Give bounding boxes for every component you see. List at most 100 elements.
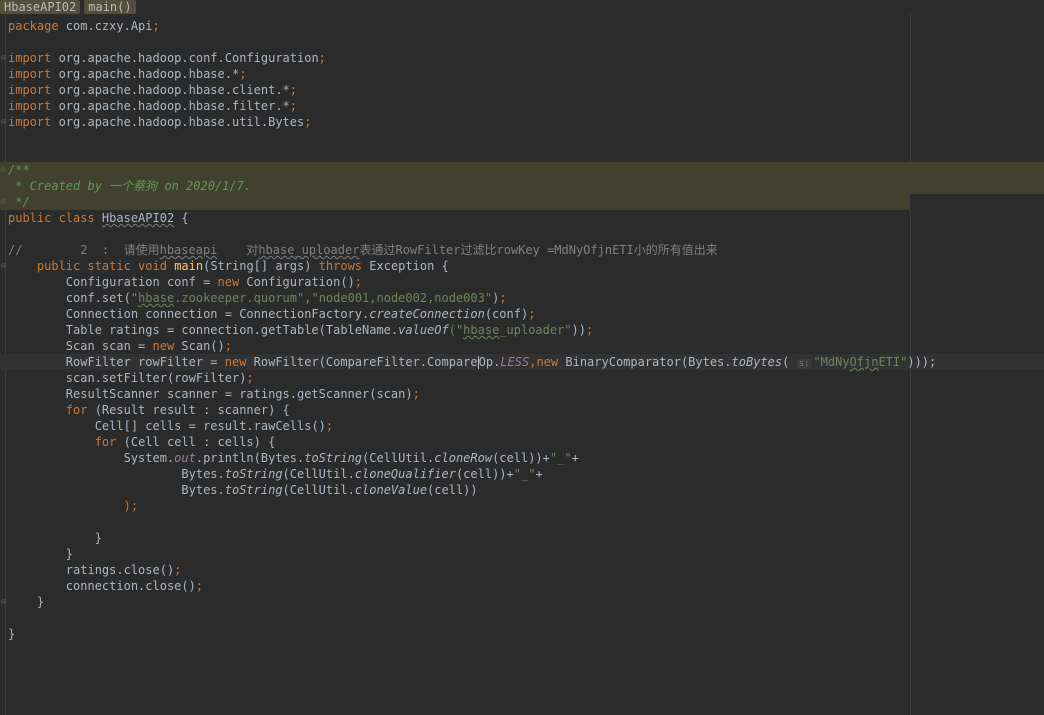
doc-comment: */ <box>8 195 30 209</box>
import-path: org.apache.hadoop.hbase.* <box>51 67 240 81</box>
semicolon: ; <box>195 579 204 593</box>
code-line[interactable]: Scan scan = new Scan(); <box>0 338 1044 354</box>
keyword: for <box>94 435 117 449</box>
keyword: import <box>8 51 52 65</box>
code-text: Configuration() <box>239 275 355 289</box>
code-line[interactable]: package com.czxy.Api; <box>0 18 1044 34</box>
code-line[interactable]: for (Cell cell : cells) { <box>0 434 1044 450</box>
semicolon: ; <box>325 419 334 433</box>
code-text: Scan scan = <box>65 339 153 353</box>
code-text: ResultScanner scanner = ratings.getScann… <box>65 387 413 401</box>
breadcrumb-method[interactable]: main() <box>84 0 136 14</box>
method-name: createConnection <box>369 307 485 321</box>
code-text: Configuration conf = <box>65 275 218 289</box>
code-line[interactable]: * Created by 一个蔡狗 on 2020/1/7. <box>0 178 1044 194</box>
import-path: org.apache.hadoop.hbase.client.* <box>51 83 290 97</box>
keyword: import <box>8 83 52 97</box>
keyword: new <box>152 339 175 353</box>
code-line[interactable]: scan.setFilter(rowFilter); <box>0 370 1044 386</box>
semicolon: ; <box>528 307 536 321</box>
comment-text: 对 <box>217 243 259 257</box>
fold-icon[interactable]: ⊖ <box>1 198 6 206</box>
code-text: Cell[] cells = result.rawCells() <box>94 419 326 433</box>
code-line[interactable]: import org.apache.hadoop.hbase.*; <box>0 66 1044 82</box>
keyword: import <box>8 67 52 81</box>
fold-icon[interactable]: ⊖ <box>1 598 6 606</box>
fold-icon[interactable]: ⊖ <box>1 118 6 126</box>
code-text: (cell)) <box>427 483 478 497</box>
code-text: + <box>535 467 543 481</box>
code-line[interactable] <box>0 34 1044 50</box>
code-line[interactable]: ratings.close(); <box>0 562 1044 578</box>
code-line[interactable]: public class HbaseAPI02 { <box>0 210 1044 226</box>
method-name: valueOf <box>398 323 449 337</box>
code-line[interactable] <box>0 226 1044 242</box>
code-line[interactable]: } <box>0 546 1044 562</box>
code-line[interactable]: for (Result result : scanner) { <box>0 402 1044 418</box>
code-text: Scan() <box>174 339 225 353</box>
code-line[interactable]: System.out.println(Bytes.toString(CellUt… <box>0 450 1044 466</box>
code-line[interactable] <box>0 610 1044 626</box>
code-line[interactable]: conf.set("hbase.zookeeper.quorum","node0… <box>0 290 1044 306</box>
code-line[interactable]: Configuration conf = new Configuration()… <box>0 274 1044 290</box>
method-name: toString <box>224 467 283 481</box>
semicolon: ); <box>123 499 139 513</box>
code-line[interactable]: } <box>0 626 1044 642</box>
import-path: org.apache.hadoop.conf.Configuration <box>51 51 319 65</box>
code-text: ratings.close() <box>65 563 175 577</box>
code-line[interactable]: Table ratings = connection.getTable(Tabl… <box>0 322 1044 338</box>
string: ETI" <box>878 355 908 369</box>
string: (" <box>448 323 464 337</box>
breadcrumb-class[interactable]: HbaseAPI02 <box>0 0 81 14</box>
code-line[interactable]: connection.close(); <box>0 578 1044 594</box>
string: _uploader" <box>499 323 572 337</box>
code-line[interactable]: ResultScanner scanner = ratings.getScann… <box>0 386 1044 402</box>
code-line[interactable]: ⊖ import org.apache.hadoop.hbase.util.Byt… <box>0 114 1044 130</box>
code-text: (Result result : scanner) { <box>87 403 290 417</box>
code-line[interactable]: Connection connection = ConnectionFactor… <box>0 306 1044 322</box>
code-line[interactable] <box>0 514 1044 530</box>
code-line[interactable]: ⊖ public static void main(String[] args)… <box>0 258 1044 274</box>
code-line[interactable]: Bytes.toString(CellUtil.cloneValue(cell)… <box>0 482 1044 498</box>
method-name: toString <box>304 451 363 465</box>
code-text: (Cell cell : cells) { <box>116 435 276 449</box>
code-line[interactable]: // 2 : 请使用hbaseapi 对hbase_uploader表通过Row… <box>0 242 1044 258</box>
semicolon: ; <box>289 99 298 113</box>
code-text: RowFilter(CompareFilter.Compare <box>246 355 478 369</box>
code-text: Op. <box>478 355 501 369</box>
code-line[interactable]: import org.apache.hadoop.hbase.client.*; <box>0 82 1044 98</box>
code-text: BinaryComparator(Bytes. <box>558 355 732 369</box>
code-text: scan.setFilter(rowFilter) <box>65 371 247 385</box>
code-line[interactable]: Bytes.toString(CellUtil.cloneQualifier(c… <box>0 466 1044 482</box>
fold-icon[interactable]: ⊖ <box>1 262 6 270</box>
string: .zookeeper.quorum" <box>174 291 305 305</box>
breadcrumb: HbaseAPI02 main() <box>0 0 136 14</box>
code-line[interactable]: import org.apache.hadoop.hbase.filter.*; <box>0 98 1044 114</box>
comment-text: 表通过RowFilter过滤比rowKey =MdNyOfjnETI小的所有值出… <box>359 243 718 257</box>
exception: Exception { <box>362 259 449 273</box>
code-line[interactable]: ); <box>0 498 1044 514</box>
code-editor[interactable]: HbaseAPI02 main() package com.czxy.Api; … <box>0 0 1044 715</box>
keyword: import <box>8 99 52 113</box>
code-line[interactable]: ⊖ } <box>0 594 1044 610</box>
semicolon: ; <box>354 275 363 289</box>
fold-icon[interactable]: ⊖ <box>1 54 6 62</box>
code-line[interactable]: Cell[] cells = result.rawCells(); <box>0 418 1044 434</box>
code-line[interactable]: } <box>0 530 1044 546</box>
brace: } <box>65 547 74 561</box>
code-line[interactable]: ⊖ */ <box>0 194 1044 210</box>
static-field: out <box>174 451 196 465</box>
fold-icon[interactable]: ⊖ <box>1 166 6 174</box>
code-text: (CellUtil. <box>282 467 355 481</box>
code-line-current[interactable]: RowFilter rowFilter = new RowFilter(Comp… <box>0 354 1044 370</box>
code-line[interactable]: ⊖ import org.apache.hadoop.conf.Configura… <box>0 50 1044 66</box>
code-line[interactable] <box>0 130 1044 146</box>
import-path: org.apache.hadoop.hbase.filter.* <box>51 99 290 113</box>
code-line[interactable]: ⊖/** <box>0 162 1044 178</box>
brace: } <box>8 627 16 641</box>
doc-comment: /** <box>8 163 30 177</box>
code-line[interactable] <box>0 146 1044 162</box>
code-area[interactable]: package com.czxy.Api; ⊖ import org.apache… <box>0 18 1044 642</box>
code-text: Connection connection = ConnectionFactor… <box>65 307 370 321</box>
code-text: (CellUtil. <box>282 483 355 497</box>
